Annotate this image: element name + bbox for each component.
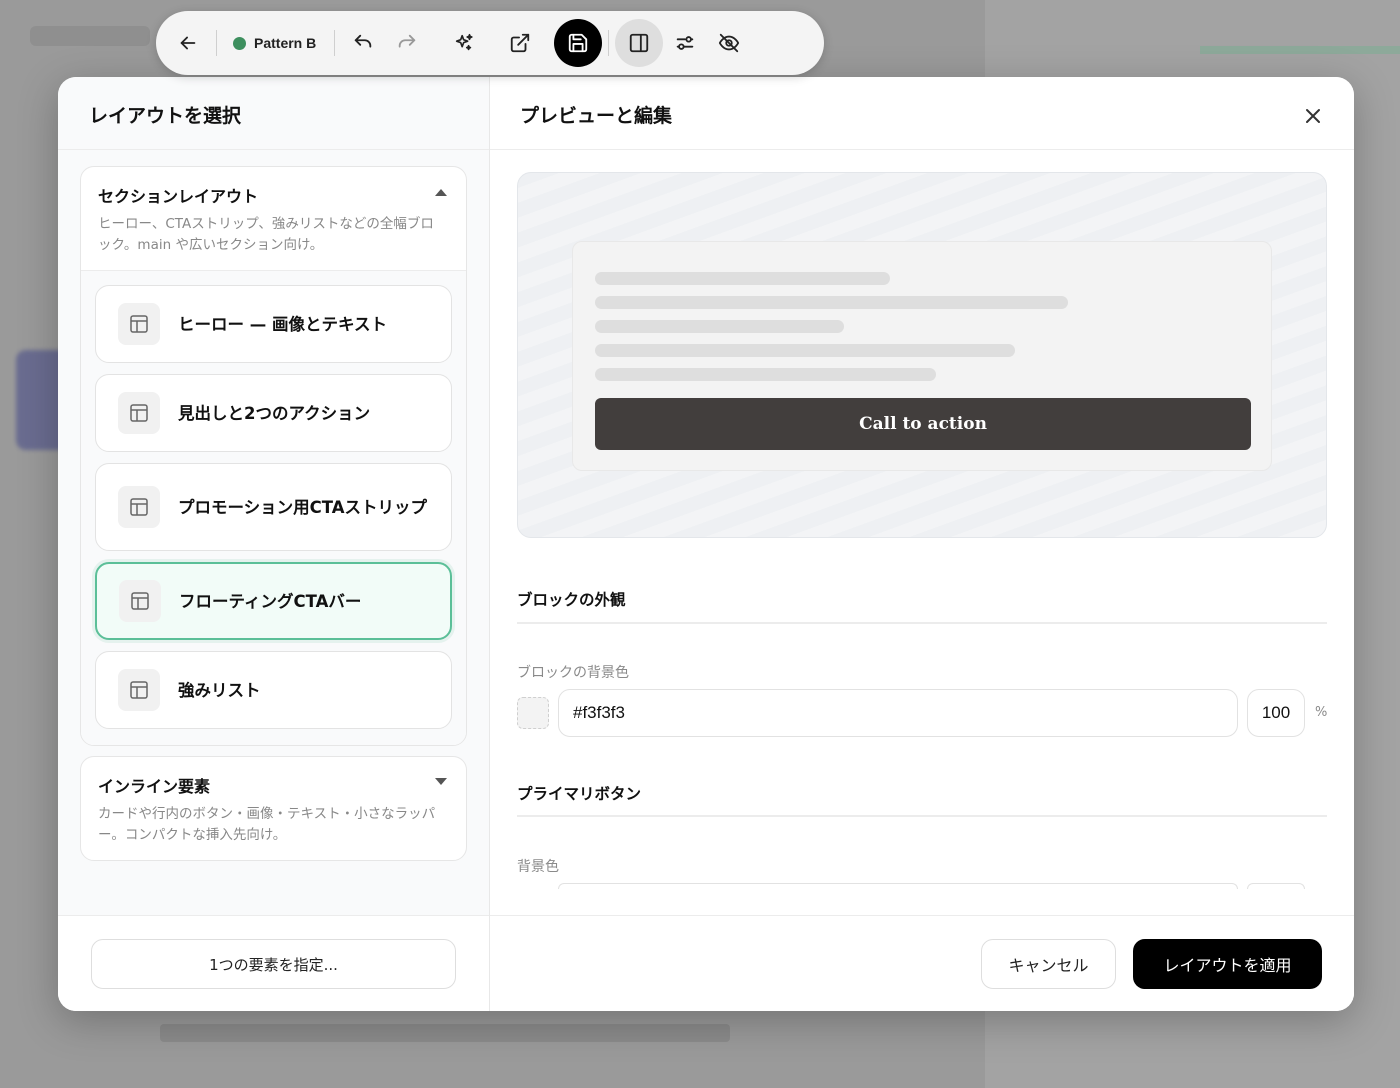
save-button[interactable] bbox=[554, 19, 603, 67]
block-bg-hex-input[interactable]: #f3f3f3 bbox=[558, 689, 1238, 737]
save-icon bbox=[569, 33, 588, 53]
chevron-up-icon[interactable] bbox=[434, 187, 448, 197]
skeleton-line bbox=[595, 296, 1068, 309]
layout-item-promo-cta-strip[interactable]: プロモーション用CTAストリップ bbox=[95, 463, 452, 551]
chevron-down-icon[interactable] bbox=[434, 777, 448, 787]
panel-toggle-button[interactable] bbox=[615, 19, 664, 67]
layout-selector-pane: レイアウトを選択 セクションレイアウト ヒーロー、CTAストリップ、強みリストな… bbox=[58, 77, 490, 1011]
close-button[interactable] bbox=[1302, 105, 1324, 127]
skeleton-line bbox=[595, 272, 890, 285]
layout-item-strengths-list[interactable]: 強みリスト bbox=[95, 651, 452, 729]
layout-icon bbox=[118, 392, 160, 434]
ai-button[interactable] bbox=[442, 21, 486, 65]
section-divider bbox=[517, 815, 1327, 817]
left-footer: 1つの要素を指定... bbox=[58, 915, 489, 1011]
pattern-label: Pattern B bbox=[254, 35, 317, 51]
sliders-icon bbox=[676, 36, 694, 50]
eye-off-icon bbox=[719, 33, 740, 53]
group-title: セクションレイアウト bbox=[98, 187, 259, 206]
back-button[interactable] bbox=[166, 21, 210, 65]
layout-item-label: フローティングCTAバー bbox=[179, 591, 362, 611]
group-description: ヒーロー、CTAストリップ、強みリストなどの全幅ブロック。main や広いセクシ… bbox=[98, 216, 434, 253]
floating-toolbar: Pattern B bbox=[156, 11, 824, 75]
layout-icon bbox=[118, 669, 160, 711]
hide-button[interactable] bbox=[707, 21, 751, 65]
group-header-inline[interactable]: インライン要素 カードや行内のボタン・画像・テキスト・小さなラッパー。コンパクト… bbox=[81, 757, 466, 860]
preview-cta-button: Call to action bbox=[595, 398, 1251, 450]
open-external-button[interactable] bbox=[498, 21, 542, 65]
pattern-status[interactable]: Pattern B bbox=[223, 21, 328, 65]
settings-button[interactable] bbox=[663, 21, 707, 65]
group-inline-elements: インライン要素 カードや行内のボタン・画像・テキスト・小さなラッパー。コンパクト… bbox=[80, 756, 467, 861]
cancel-button[interactable]: キャンセル bbox=[981, 939, 1116, 989]
background-text bbox=[160, 1024, 730, 1042]
toolbar-separator bbox=[216, 30, 217, 56]
group-title: インライン要素 bbox=[98, 777, 211, 796]
arrow-left-icon bbox=[180, 36, 196, 50]
block-bg-swatch[interactable] bbox=[517, 697, 549, 729]
primary-bg-hex-input[interactable] bbox=[558, 883, 1238, 889]
layout-icon bbox=[119, 580, 161, 622]
undo-button[interactable] bbox=[341, 21, 385, 65]
block-bg-opacity-input[interactable]: 100 bbox=[1247, 689, 1305, 737]
block-bg-label: ブロックの背景色 bbox=[517, 665, 629, 681]
preview-card: Call to action bbox=[572, 241, 1272, 471]
group-description: カードや行内のボタン・画像・テキスト・小さなラッパー。コンパクトな挿入先向け。 bbox=[98, 806, 436, 843]
preview-edit-pane: プレビューと編集 Call to action ブロックの外観 ブロックの背景色… bbox=[490, 77, 1354, 1011]
percent-unit: % bbox=[1315, 705, 1328, 720]
redo-button[interactable] bbox=[385, 21, 429, 65]
layout-modal: レイアウトを選択 セクションレイアウト ヒーロー、CTAストリップ、強みリストな… bbox=[58, 77, 1354, 1011]
specify-element-button[interactable]: 1つの要素を指定... bbox=[91, 939, 456, 989]
block-appearance-title: ブロックの外観 bbox=[517, 591, 626, 609]
header-divider bbox=[490, 149, 1354, 150]
status-dot bbox=[233, 36, 246, 50]
toolbar-separator bbox=[608, 30, 610, 56]
left-pane-title: レイアウトを選択 bbox=[89, 105, 242, 127]
header-divider bbox=[58, 149, 489, 150]
layout-item-label: 強みリスト bbox=[178, 680, 261, 700]
primary-bg-label: 背景色 bbox=[517, 859, 559, 875]
external-link-icon bbox=[511, 33, 530, 53]
sparkles-icon bbox=[456, 33, 473, 51]
undo-icon bbox=[354, 34, 372, 48]
primary-button-title: プライマリボタン bbox=[517, 785, 642, 803]
group-section-layouts: セクションレイアウト ヒーロー、CTAストリップ、強みリストなどの全幅ブロック。… bbox=[80, 166, 467, 746]
apply-layout-button[interactable]: レイアウトを適用 bbox=[1133, 939, 1322, 989]
background-progress-bar bbox=[1200, 46, 1400, 54]
panel-icon bbox=[630, 33, 649, 53]
toolbar-separator bbox=[334, 30, 336, 56]
background-logo bbox=[30, 26, 150, 46]
layout-icon bbox=[118, 486, 160, 528]
layout-preview: Call to action bbox=[517, 172, 1327, 538]
layout-item-hero[interactable]: ヒーロー — 画像とテキスト bbox=[95, 285, 452, 363]
skeleton-line bbox=[595, 344, 1015, 357]
layout-item-label: 見出しと2つのアクション bbox=[178, 403, 371, 423]
redo-icon bbox=[398, 34, 416, 48]
section-layout-list: ヒーロー — 画像とテキスト 見出しと2つのアクション プロモーション用CTAス… bbox=[81, 270, 466, 745]
skeleton-line bbox=[595, 320, 844, 333]
right-pane-title: プレビューと編集 bbox=[520, 105, 673, 127]
section-divider bbox=[517, 622, 1327, 624]
layout-item-label: ヒーロー — 画像とテキスト bbox=[178, 314, 387, 334]
layout-icon bbox=[118, 303, 160, 345]
skeleton-line bbox=[595, 368, 936, 381]
layout-item-heading-actions[interactable]: 見出しと2つのアクション bbox=[95, 374, 452, 452]
right-footer: キャンセル レイアウトを適用 bbox=[490, 915, 1354, 1011]
group-header-section[interactable]: セクションレイアウト ヒーロー、CTAストリップ、強みリストなどの全幅ブロック。… bbox=[81, 167, 466, 270]
close-icon bbox=[1306, 109, 1320, 123]
layout-item-floating-cta-bar[interactable]: フローティングCTAバー bbox=[95, 562, 452, 640]
layout-item-label: プロモーション用CTAストリップ bbox=[178, 497, 428, 517]
primary-bg-opacity-input[interactable] bbox=[1247, 883, 1305, 889]
